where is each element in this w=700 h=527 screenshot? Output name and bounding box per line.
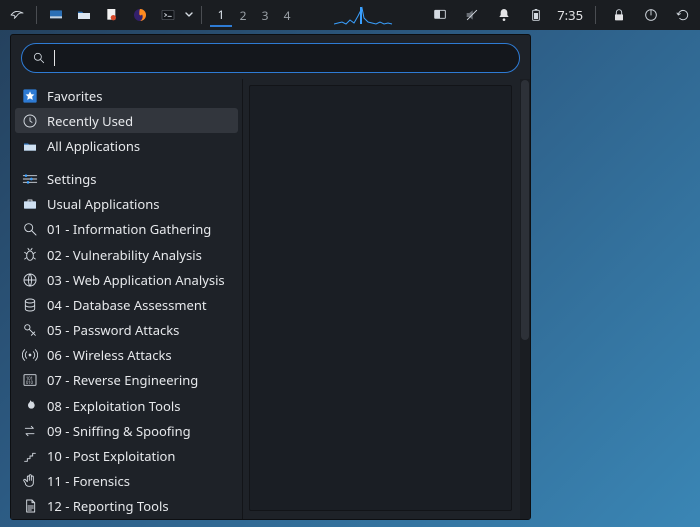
antenna-icon	[21, 346, 39, 364]
file-manager-icon[interactable]	[73, 4, 95, 26]
category-label: 08 - Exploitation Tools	[47, 397, 180, 415]
key-icon	[21, 321, 39, 339]
workspace-overview-icon[interactable]	[429, 4, 451, 26]
kali-menu-icon[interactable]	[6, 4, 28, 26]
category-label: 01 - Information Gathering	[47, 220, 211, 238]
workspace-4[interactable]: 4	[276, 3, 298, 27]
category-06-wireless-attacks[interactable]: 06 - Wireless Attacks	[11, 343, 242, 368]
db-icon	[21, 296, 39, 314]
category-05-password-attacks[interactable]: 05 - Password Attacks	[11, 318, 242, 343]
magnifier-icon	[21, 220, 39, 238]
category-list: Favorites Recently Used All Applications Se…	[11, 79, 243, 519]
category-11-forensics[interactable]: 11 - Forensics	[11, 469, 242, 494]
workspace-switcher: 1 2 3 4	[210, 3, 298, 27]
workspace-2[interactable]: 2	[232, 3, 254, 27]
svg-text:010: 010	[26, 381, 34, 386]
category-label: All Applications	[47, 137, 140, 155]
notifications-icon[interactable]	[493, 4, 515, 26]
lock-icon[interactable]	[608, 4, 630, 26]
show-desktop-icon[interactable]	[45, 4, 67, 26]
separator	[595, 6, 596, 24]
category-label: Settings	[47, 170, 96, 188]
binary-icon: 101010	[21, 371, 39, 389]
category-recently-used[interactable]: Recently Used	[15, 108, 238, 133]
terminal-icon[interactable]	[157, 4, 179, 26]
search-input[interactable]	[63, 51, 509, 66]
battery-icon[interactable]	[525, 4, 547, 26]
grid-icon	[21, 137, 39, 155]
bug-icon	[21, 246, 39, 264]
category-label: 02 - Vulnerability Analysis	[47, 246, 202, 264]
power-icon[interactable]	[640, 4, 662, 26]
flame-icon	[21, 397, 39, 415]
category-label: 03 - Web Application Analysis	[47, 271, 225, 289]
refresh-icon[interactable]	[672, 4, 694, 26]
category-07-reverse-engineering[interactable]: 101010 07 - Reverse Engineering	[11, 368, 242, 393]
category-09-sniffing-spoofing[interactable]: 09 - Sniffing & Spoofing	[11, 418, 242, 443]
search-field[interactable]	[21, 43, 520, 73]
category-label: 04 - Database Assessment	[47, 296, 207, 314]
stairs-icon	[21, 447, 39, 465]
system-tray: 7:35	[429, 4, 694, 26]
scrollbar-thumb[interactable]	[521, 80, 529, 340]
category-02-vulnerability-analysis[interactable]: 02 - Vulnerability Analysis	[11, 242, 242, 267]
category-label: 10 - Post Exploitation	[47, 447, 175, 465]
category-label: 12 - Reporting Tools	[47, 497, 169, 515]
category-label: Favorites	[47, 87, 102, 105]
category-label: 06 - Wireless Attacks	[47, 346, 172, 364]
dropdown-arrow-icon[interactable]	[185, 8, 193, 22]
category-12-reporting-tools[interactable]: 12 - Reporting Tools	[11, 494, 242, 519]
text-cursor	[54, 50, 55, 66]
top-panel: 1 2 3 4 7:35	[0, 0, 700, 30]
application-menu: Favorites Recently Used All Applications Se…	[10, 34, 531, 520]
category-label: Usual Applications	[47, 195, 160, 213]
workspace-3[interactable]: 3	[254, 3, 276, 27]
star-icon	[21, 87, 39, 105]
category-01-information-gathering[interactable]: 01 - Information Gathering	[11, 217, 242, 242]
results-pane	[249, 85, 512, 511]
network-graph-icon[interactable]	[334, 4, 394, 26]
clock-icon	[21, 112, 39, 130]
firefox-icon[interactable]	[129, 4, 151, 26]
swap-icon	[21, 422, 39, 440]
separator	[36, 6, 37, 24]
doc-icon	[21, 497, 39, 515]
category-label: 05 - Password Attacks	[47, 321, 179, 339]
category-03-web-application-analysis[interactable]: 03 - Web Application Analysis	[11, 267, 242, 292]
sliders-icon	[21, 170, 39, 188]
volume-muted-icon[interactable]	[461, 4, 483, 26]
search-icon	[32, 51, 46, 65]
category-label: Recently Used	[47, 112, 133, 130]
workspace-1[interactable]: 1	[210, 3, 232, 27]
category-10-post-exploitation[interactable]: 10 - Post Exploitation	[11, 443, 242, 468]
hand-icon	[21, 472, 39, 490]
category-settings[interactable]: Settings	[11, 167, 242, 192]
text-editor-icon[interactable]	[101, 4, 123, 26]
category-favorites[interactable]: Favorites	[11, 83, 242, 108]
globe-icon	[21, 271, 39, 289]
separator	[201, 6, 202, 24]
category-label: 07 - Reverse Engineering	[47, 371, 198, 389]
category-usual-applications[interactable]: Usual Applications	[11, 192, 242, 217]
clock[interactable]: 7:35	[557, 6, 583, 24]
category-all-applications[interactable]: All Applications	[11, 133, 242, 158]
briefcase-icon	[21, 195, 39, 213]
category-label: 11 - Forensics	[47, 472, 130, 490]
category-label: 09 - Sniffing & Spoofing	[47, 422, 191, 440]
scrollbar-track[interactable]	[520, 79, 530, 519]
category-04-database-assessment[interactable]: 04 - Database Assessment	[11, 292, 242, 317]
category-08-exploitation-tools[interactable]: 08 - Exploitation Tools	[11, 393, 242, 418]
